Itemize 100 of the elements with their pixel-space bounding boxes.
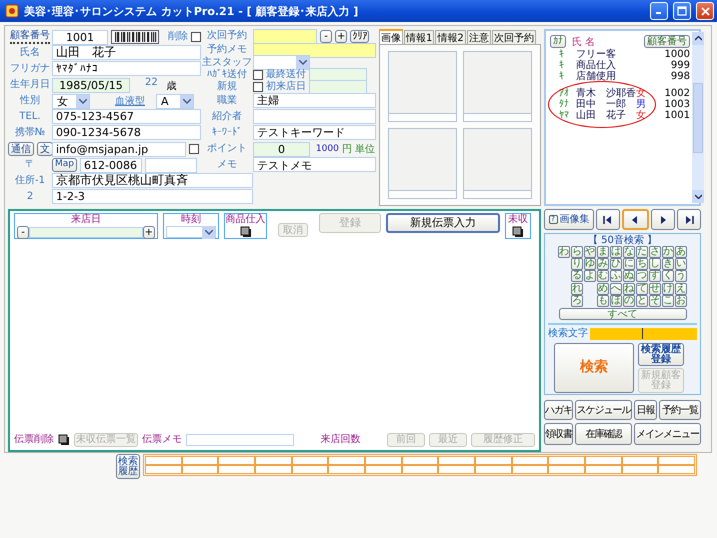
kana-key[interactable]: わ [558,246,570,258]
kana-key[interactable]: ね [623,282,635,295]
menu-button[interactable]: ハガキ [544,400,573,420]
list-row[interactable]: ｷ フリー客 1000 [550,49,690,60]
kana-key[interactable]: さ [649,246,661,258]
kana-key[interactable]: り [571,258,583,270]
kana-key[interactable]: こ [662,294,674,307]
kana-key[interactable]: た [636,246,648,258]
kana-key[interactable]: い [675,258,687,270]
blood-type-link[interactable]: 血液型 [115,94,145,108]
kana-key[interactable]: ち [636,258,648,270]
text-button[interactable]: 文 [37,142,53,156]
plus-button[interactable]: + [142,226,155,239]
kana-key[interactable]: し [649,258,661,270]
text-field[interactable] [145,158,197,172]
kana-key[interactable]: ろ [571,294,583,307]
checkbox[interactable] [253,70,263,80]
kana-key[interactable]: む [597,270,609,282]
text-field[interactable] [253,109,376,124]
memo-field[interactable] [186,434,294,446]
list-row[interactable]: ﾔﾏ 山田 花子 女 1001 [550,110,690,121]
scroll-up-icon[interactable] [692,32,704,45]
checkbox[interactable] [253,82,263,92]
menu-button[interactable]: 在庫確認 [575,423,632,445]
maximize-button[interactable] [673,2,691,20]
kana-key[interactable]: も [597,294,609,307]
kana-key[interactable]: ゆ [584,258,596,270]
text-field[interactable]: 612-0086 [80,158,142,172]
dropdown[interactable]: A [156,94,194,108]
minus-button[interactable]: - [320,30,332,42]
menu-button[interactable]: メインメニュー [634,423,701,445]
kana-key[interactable]: の [623,294,635,307]
text-field[interactable]: 山田 花子 [52,45,201,60]
map-button[interactable]: Map [52,158,77,172]
new-slip-button[interactable]: 新規伝票入力 [386,213,500,233]
nav-button[interactable] [676,209,701,230]
minimize-button[interactable] [650,2,668,20]
kana-key[interactable]: か [662,246,674,258]
plus-button[interactable]: + [335,30,348,42]
kana-key[interactable]: る [571,270,583,282]
kana-key[interactable]: は [610,246,622,258]
send-button[interactable]: 通信 [8,142,34,156]
kana-key[interactable]: ま [597,246,609,258]
kana-key[interactable]: き [662,258,674,270]
kana-key[interactable]: ほ [610,294,622,307]
menu-button[interactable]: スケジュール [575,400,632,420]
text-field[interactable]: テストキーワード [253,125,376,140]
kana-key[interactable]: み [597,258,609,270]
kana-key[interactable]: よ [584,270,596,282]
search-field[interactable] [590,328,697,340]
memo-field[interactable]: テストメモ [253,157,376,172]
list-row[interactable]: ﾀﾅ 田中 一郎 男 1003 [550,99,690,110]
menu-button[interactable]: 領収書 [544,423,573,445]
nav-button[interactable] [622,209,648,230]
tab[interactable]: 画像 [379,29,403,44]
tab[interactable]: 注意 [466,30,491,44]
kana-key[interactable]: に [623,258,635,270]
text-field[interactable]: 1-2-3 [52,189,253,204]
kana-key[interactable]: ふ [610,270,622,282]
all-button[interactable]: すべて [558,308,686,320]
text-field[interactable]: 090-1234-5678 [52,125,201,140]
tab[interactable]: 情報1 [404,30,434,44]
dropdown[interactable]: 女 [52,94,90,108]
date-field[interactable]: 1985/05/15 [52,78,130,92]
checkbox[interactable] [191,32,201,42]
kana-key[interactable]: へ [610,282,622,295]
tab[interactable]: 次回予約 [492,30,536,44]
save-history-button[interactable]: 検索履歴登録 [638,343,684,366]
kana-key[interactable]: ひ [610,258,622,270]
search-history-button[interactable]: 検索履歴 [116,454,140,479]
kana-key[interactable]: や [584,246,596,258]
kana-key[interactable]: て [636,282,648,295]
list-row[interactable]: ｷ 店舗使用 998 [550,71,690,82]
kana-key[interactable]: あ [675,246,687,258]
kana-key[interactable]: れ [571,282,583,295]
kana-key[interactable]: な [623,246,635,258]
text-field[interactable]: 京都市伏見区桃山町真斉 [52,173,253,188]
kana-key[interactable]: そ [649,294,661,307]
kana-key[interactable]: め [597,282,609,295]
dropdown[interactable] [166,226,216,238]
search-button[interactable]: 検索 [554,343,634,394]
text-field[interactable]: info@msjapan.jp [52,142,186,156]
kana-key[interactable]: ら [571,246,583,258]
checkbox[interactable] [189,144,199,154]
menu-button[interactable]: 予約一覧 [659,400,701,420]
text-field[interactable] [253,43,376,58]
close-button[interactable] [696,2,714,20]
number-field[interactable]: 0 [253,142,310,156]
minus-button[interactable]: - [17,226,29,239]
nav-button[interactable] [596,209,620,230]
kana-key[interactable]: け [662,282,674,295]
text-field[interactable]: 075-123-4567 [52,109,201,124]
kana-key[interactable]: く [662,270,674,282]
list-row[interactable]: ｷ 商品仕入 999 [550,60,690,71]
kana-key[interactable]: つ [636,270,648,282]
kana-key[interactable]: せ [649,282,661,295]
kana-key[interactable]: え [675,282,687,295]
number-field[interactable]: 1001 [52,30,108,44]
kana-key[interactable]: と [636,294,648,307]
date-field[interactable] [29,227,143,238]
